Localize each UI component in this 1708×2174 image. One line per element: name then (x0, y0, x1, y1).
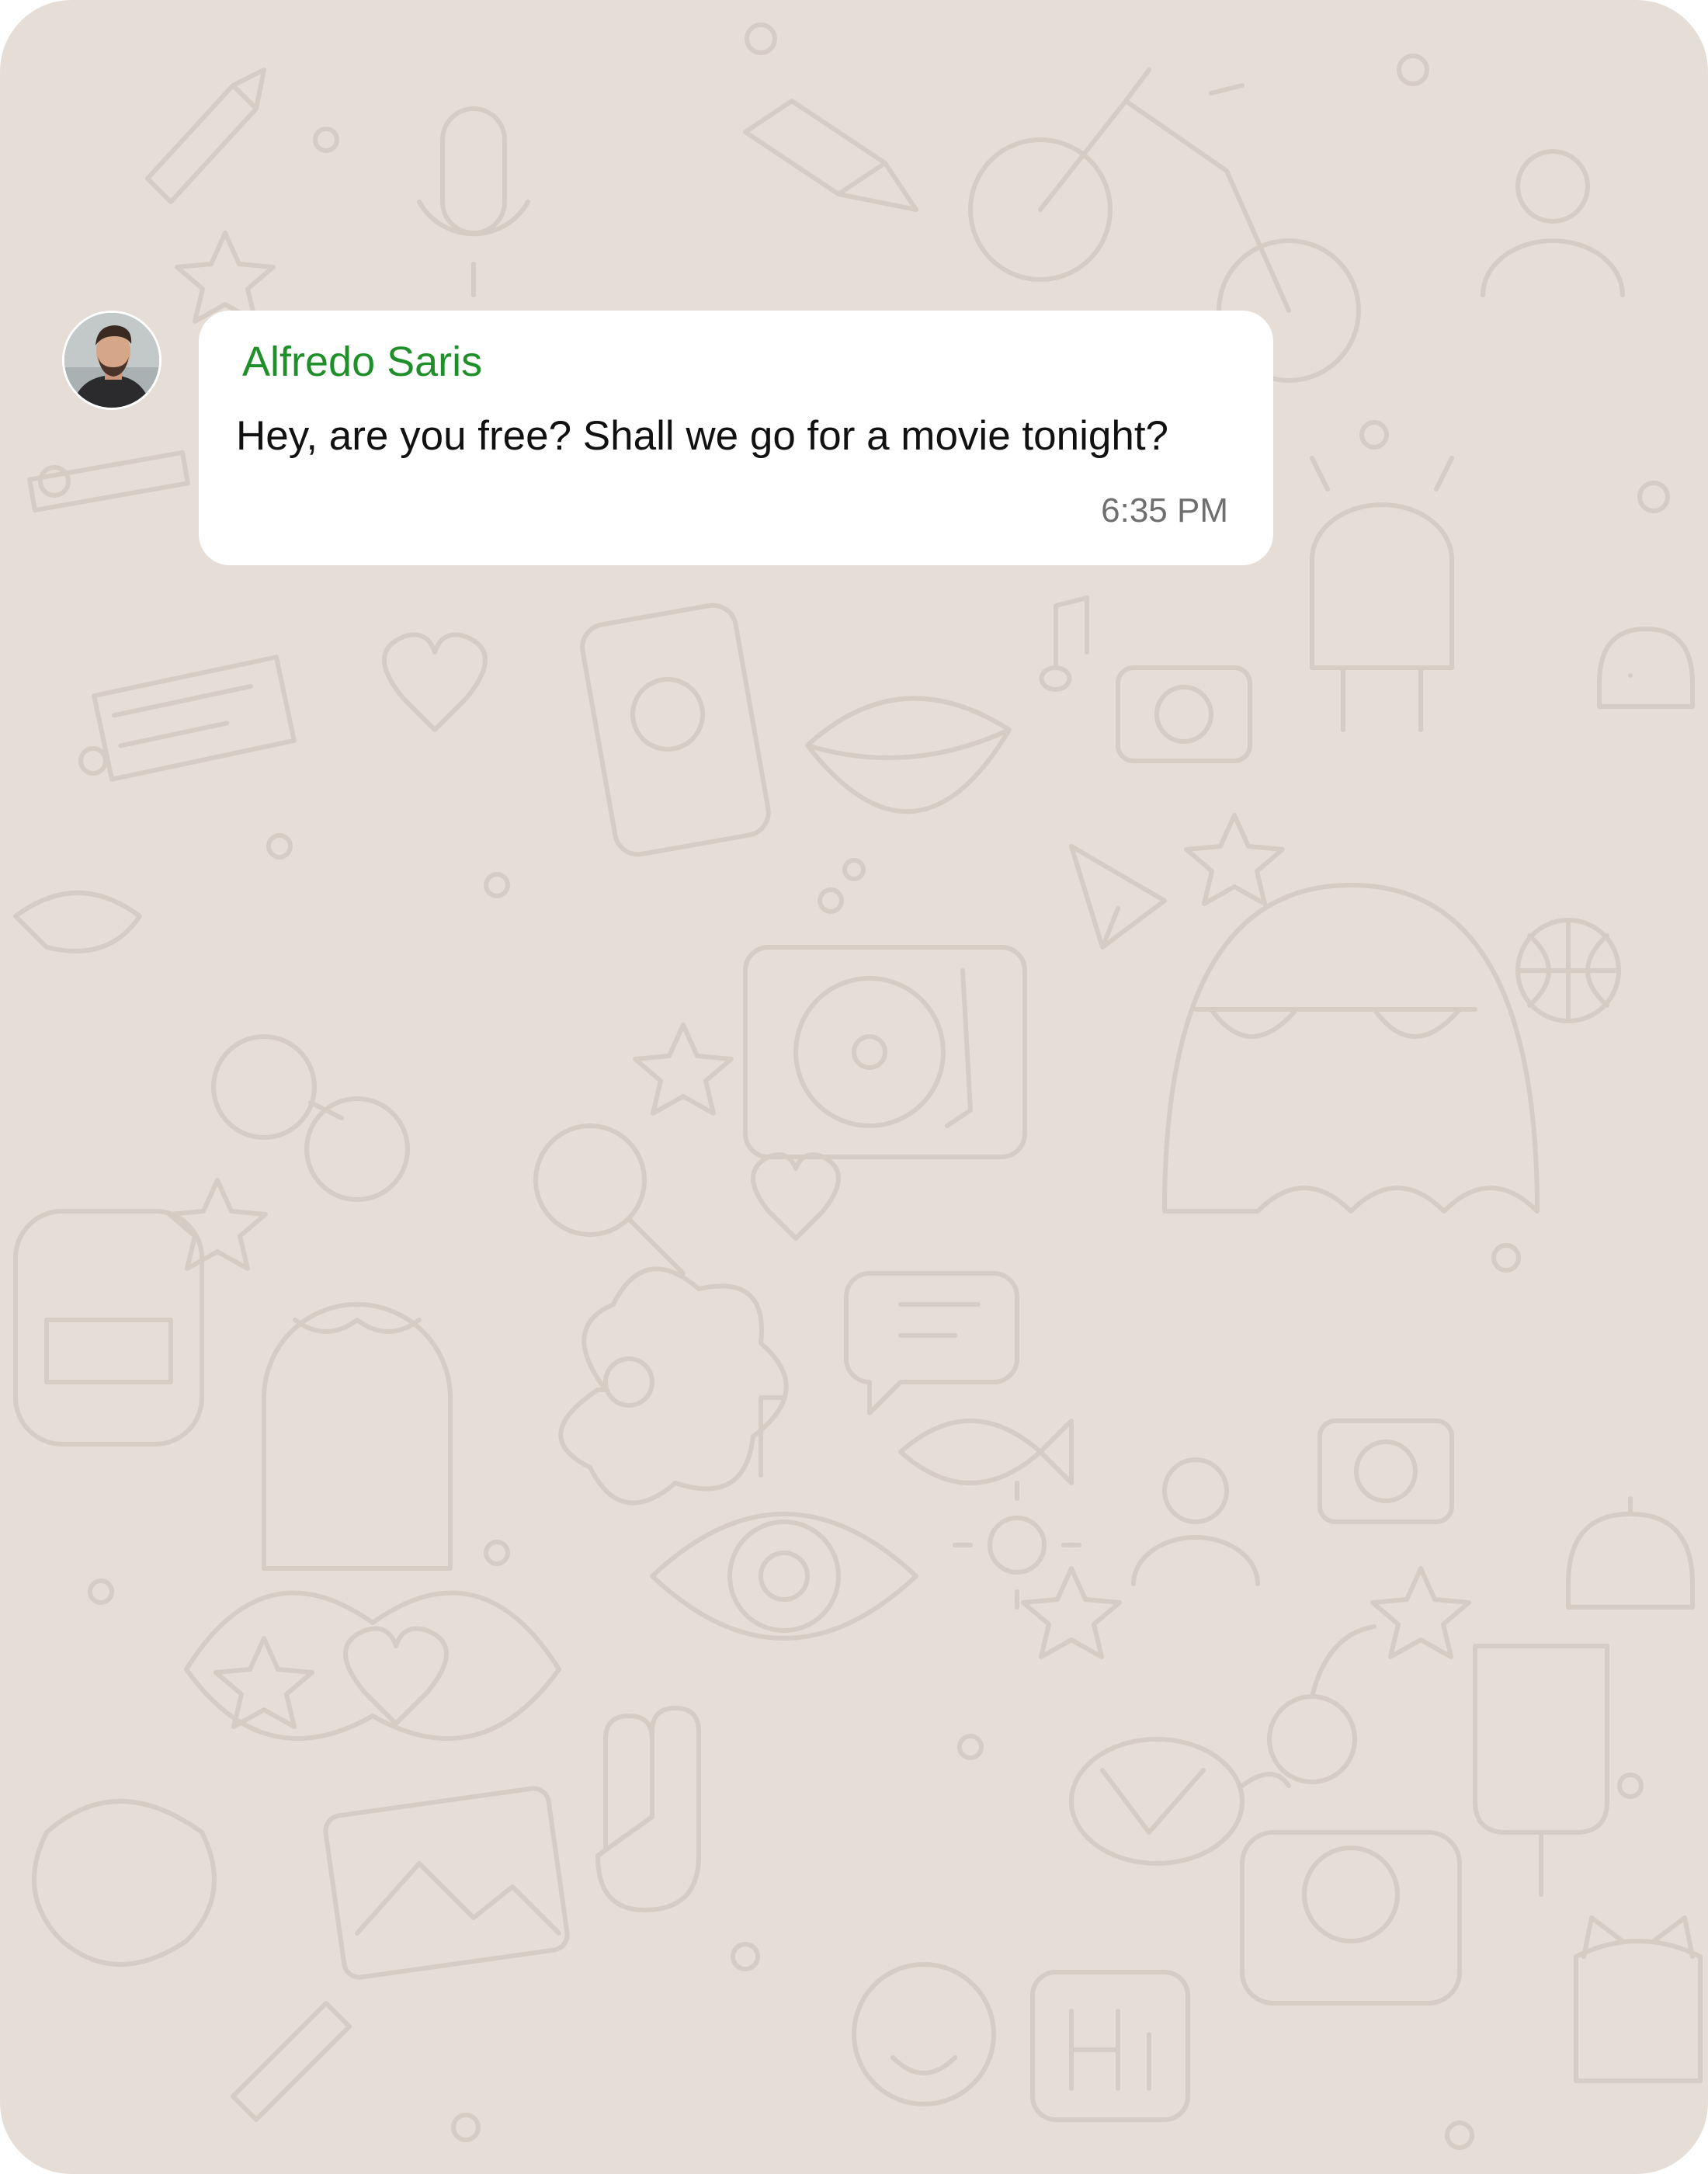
sender-name[interactable]: Alfredo Saris (242, 337, 482, 387)
message-timestamp: 6:35 PM (1101, 491, 1228, 530)
user-photo-icon (64, 313, 159, 408)
avatar[interactable] (62, 311, 161, 410)
message-bubble[interactable]: Alfredo Saris Hey, are you free? Shall w… (199, 311, 1273, 565)
message-text: Hey, are you free? Shall we go for a mov… (236, 413, 1169, 459)
chat-window: Alfredo Saris Hey, are you free? Shall w… (0, 0, 1708, 2174)
